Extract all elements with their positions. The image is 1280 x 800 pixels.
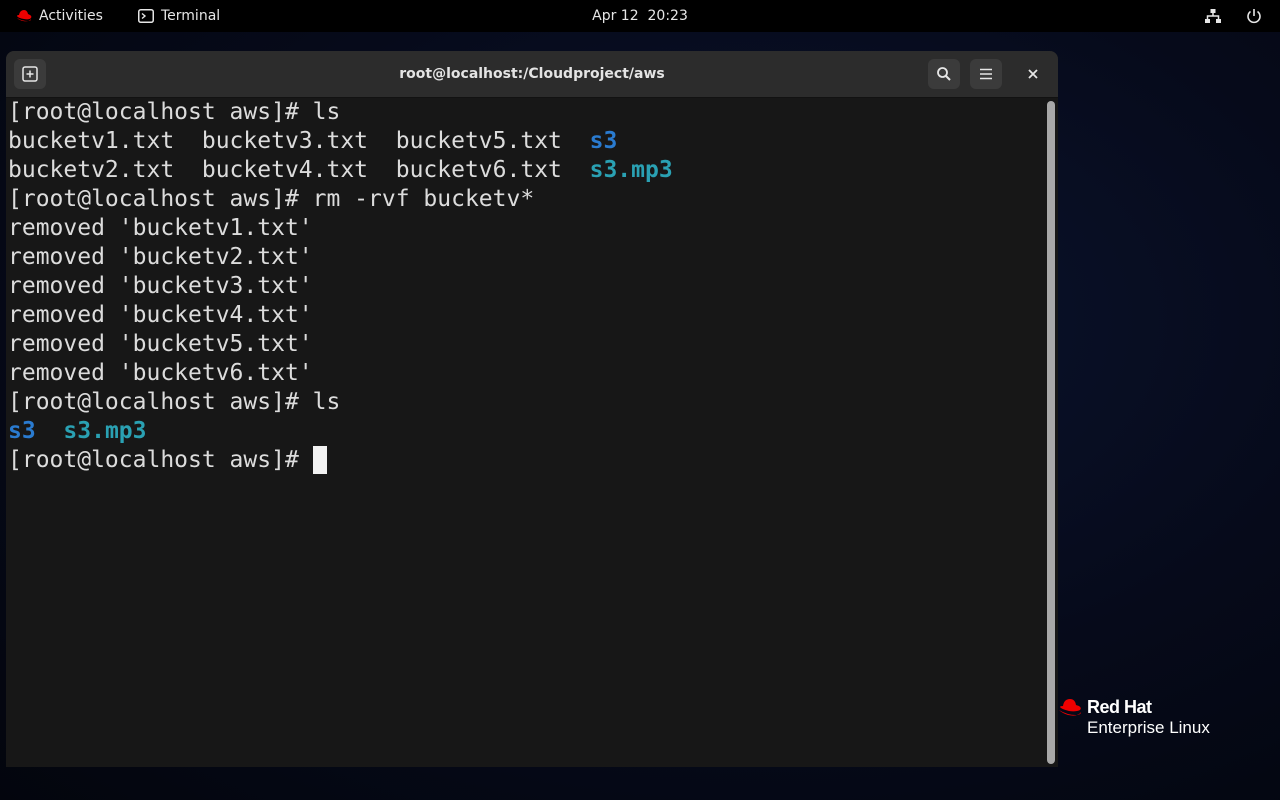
- terminal-text: [root@localhost aws]# rm -rvf bucketv*: [8, 186, 535, 212]
- directory-entry: s3: [589, 128, 618, 154]
- terminal-line: removed 'bucketv3.txt': [8, 272, 1044, 301]
- terminal-line: [root@localhost aws]#: [8, 446, 1044, 475]
- terminal-text: removed 'bucketv2.txt': [8, 244, 313, 270]
- terminal-text: removed 'bucketv6.txt': [8, 360, 313, 386]
- logo-brand-text: Red Hat: [1087, 697, 1152, 717]
- terminal-text: [root@localhost aws]# ls: [8, 389, 341, 415]
- terminal-line: removed 'bucketv5.txt': [8, 330, 1044, 359]
- terminal-line: removed 'bucketv2.txt': [8, 243, 1044, 272]
- terminal-text: [root@localhost aws]# ls: [8, 99, 341, 125]
- close-button[interactable]: [1018, 59, 1048, 89]
- clock: Apr 12 20:23: [0, 0, 1280, 32]
- terminal-line: bucketv2.txt bucketv4.txt bucketv6.txt s…: [8, 156, 1044, 185]
- terminal-line: removed 'bucketv1.txt': [8, 214, 1044, 243]
- terminal-line: bucketv1.txt bucketv3.txt bucketv5.txt s…: [8, 127, 1044, 156]
- terminal-window: root@localhost:/Cloudproject/aws [root@l…: [6, 51, 1058, 767]
- close-icon: [1028, 69, 1038, 79]
- power-menu[interactable]: [1246, 0, 1262, 32]
- new-tab-button[interactable]: [14, 59, 46, 89]
- terminal-line: [root@localhost aws]# ls: [8, 98, 1044, 127]
- terminal-line: removed 'bucketv6.txt': [8, 359, 1044, 388]
- terminal-text: removed 'bucketv1.txt': [8, 215, 313, 241]
- terminal-text: [root@localhost aws]#: [8, 447, 313, 473]
- window-headerbar[interactable]: root@localhost:/Cloudproject/aws: [6, 51, 1058, 98]
- search-button[interactable]: [928, 59, 960, 89]
- terminal-text: bucketv1.txt bucketv3.txt bucketv5.txt: [8, 128, 590, 154]
- terminal-scrollbar[interactable]: [1047, 101, 1055, 764]
- terminal-text: bucketv2.txt bucketv4.txt bucketv6.txt: [8, 157, 590, 183]
- logo-product-text: Enterprise Linux: [1087, 718, 1210, 737]
- terminal-line: [root@localhost aws]# rm -rvf bucketv*: [8, 185, 1044, 214]
- window-title: root@localhost:/Cloudproject/aws: [399, 66, 665, 82]
- redhat-logo-icon: [1059, 699, 1081, 716]
- network-wired-icon: [1205, 9, 1221, 23]
- terminal-line: [root@localhost aws]# ls: [8, 388, 1044, 417]
- terminal-output[interactable]: [root@localhost aws]# ls bucketv1.txt buc…: [8, 98, 1044, 767]
- terminal-text: removed 'bucketv5.txt': [8, 331, 313, 357]
- directory-entry: s3: [8, 418, 36, 444]
- terminal-line: removed 'bucketv4.txt': [8, 301, 1044, 330]
- search-icon: [937, 67, 951, 81]
- hamburger-menu-icon: [980, 68, 992, 80]
- top-bar: Activities Terminal Apr 12 20:23: [0, 0, 1280, 32]
- terminal-text: removed 'bucketv4.txt': [8, 302, 313, 328]
- executable-entry: s3.mp3: [63, 418, 147, 444]
- clock-label[interactable]: Apr 12 20:23: [592, 8, 688, 24]
- terminal-cursor: [312, 446, 327, 474]
- executable-entry: s3.mp3: [589, 157, 673, 183]
- terminal-text: removed 'bucketv3.txt': [8, 273, 313, 299]
- main-menu-button[interactable]: [970, 59, 1002, 89]
- power-icon: [1247, 9, 1261, 24]
- terminal-line: s3 s3.mp3: [8, 417, 1044, 446]
- new-tab-icon: [22, 66, 38, 82]
- network-status[interactable]: [1204, 0, 1222, 32]
- redhat-enterprise-linux-logo: Red Hat Enterprise Linux: [1058, 696, 1210, 738]
